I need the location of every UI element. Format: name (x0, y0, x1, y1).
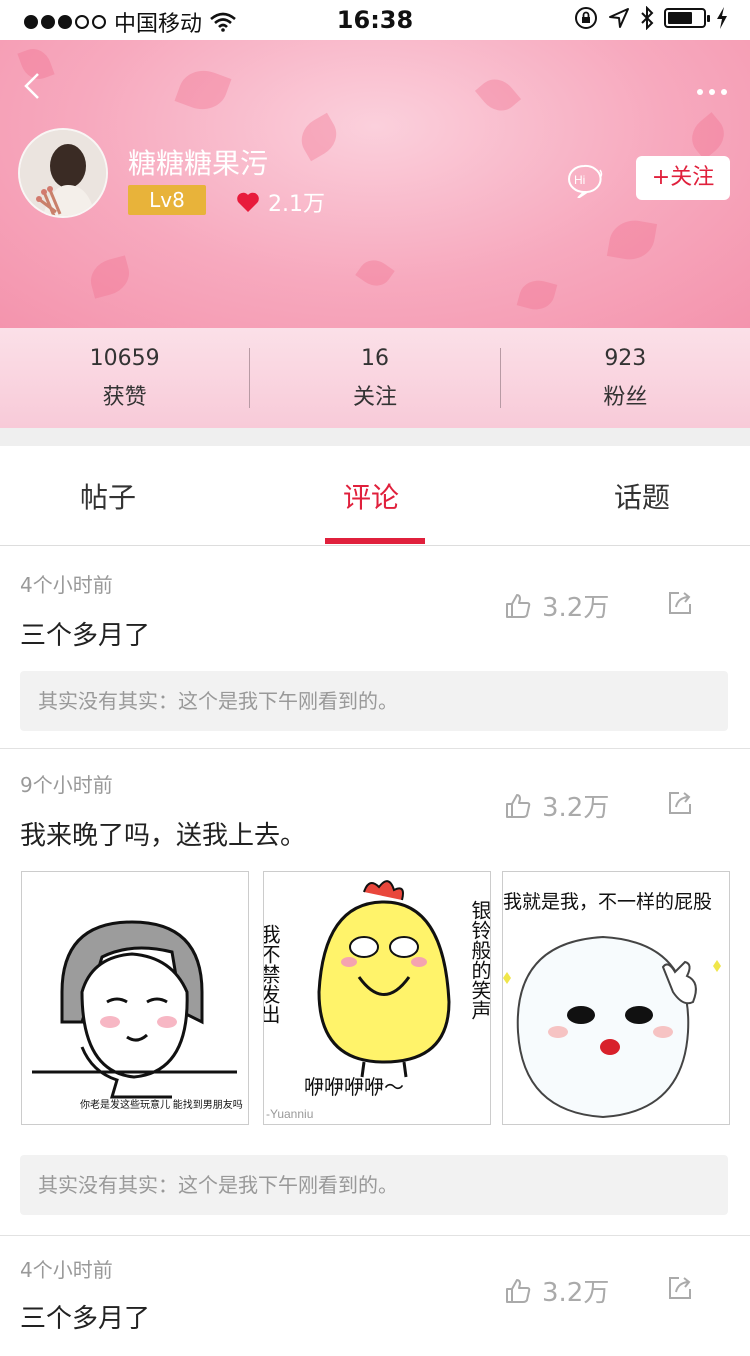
share-icon[interactable] (666, 589, 694, 617)
status-bar: 中国移动 16:38 (0, 0, 750, 40)
share-icon[interactable] (666, 789, 694, 817)
tab-indicator (325, 538, 425, 544)
back-button[interactable] (22, 70, 52, 100)
list-item: 4个小时前 三个多月了 3.2万 (0, 1236, 750, 1356)
hi-button[interactable]: Hi (566, 164, 606, 199)
comment-time: 4个小时前 (20, 1258, 113, 1282)
heart-icon (237, 192, 259, 212)
svg-text:我就是我，不一样的屁股: 我就是我，不一样的屁股 (503, 891, 712, 913)
likes-count: 2.1万 (236, 186, 325, 218)
likes-value: 2.1万 (268, 192, 325, 217)
svg-text:我不禁发出: 我不禁发出 (264, 924, 280, 1024)
tab-posts[interactable]: 帖子 (80, 476, 136, 516)
like-count: 3.2万 (542, 1278, 610, 1308)
comment-text: 我来晚了吗，送我上去。 (20, 821, 307, 851)
tab-comments[interactable]: 评论 (343, 476, 399, 516)
follow-button[interactable]: +关注 (636, 156, 730, 200)
svg-text:银铃般的笑声: 银铃般的笑声 (468, 900, 491, 1020)
comment-text: 三个多月了 (20, 621, 151, 651)
stat-likes[interactable]: 10659 获赞 (0, 328, 249, 428)
bluetooth-icon (641, 6, 654, 30)
stat-label: 粉丝 (603, 384, 648, 410)
sticker-girl-image: 你老是发这些玩意儿 能找到男朋友吗 (32, 920, 243, 1111)
more-icon (697, 89, 727, 95)
quoted-text[interactable]: 其实没有其实：这个是我下午刚看到的。 (20, 1155, 728, 1215)
comment-text: 三个多月了 (20, 1304, 151, 1334)
more-button[interactable] (696, 66, 728, 106)
avatar[interactable] (18, 128, 108, 218)
stat-fans[interactable]: 923 粉丝 (501, 328, 750, 428)
like-button[interactable]: 3.2万 (504, 787, 609, 824)
section-divider (0, 428, 750, 446)
avatar-image (20, 130, 106, 216)
like-count: 3.2万 (542, 593, 610, 623)
username: 糖糖糖果污 (128, 147, 269, 180)
thumbs-up-icon (506, 793, 531, 818)
stat-label: 关注 (352, 384, 397, 410)
svg-text:咿咿咿咿～: 咿咿咿咿～ (304, 1076, 404, 1099)
tab-topics[interactable]: 话题 (614, 476, 670, 516)
stat-value: 16 (360, 345, 389, 371)
hi-bubble-icon: Hi (568, 164, 603, 199)
quoted-text[interactable]: 其实没有其实：这个是我下午刚看到的。 (20, 671, 728, 731)
stat-value: 10659 (89, 345, 160, 371)
tab-bar: 帖子 评论 话题 (0, 446, 750, 546)
like-count: 3.2万 (542, 793, 610, 823)
status-icons (574, 6, 728, 30)
list-item: 9个小时前 我来晚了吗，送我上去。 3.2万 你老是发这些玩意儿 能找到男朋友吗 (0, 749, 750, 1236)
comment-image[interactable]: 我不禁发出 银铃般的笑声 咿咿咿咿～ -Yuanniu (263, 871, 491, 1125)
share-icon[interactable] (666, 1274, 694, 1302)
thumbs-up-icon (506, 593, 531, 618)
rotation-lock-icon (575, 7, 597, 29)
charging-icon (717, 7, 727, 29)
profile-header: 糖糖糖果污 Lv8 2.1万 Hi +关注 (0, 40, 750, 328)
comment-time: 9个小时前 (20, 773, 113, 797)
like-button[interactable]: 3.2万 (504, 1272, 609, 1309)
battery-icon (664, 8, 710, 28)
chevron-left-icon (24, 73, 39, 99)
sticker-butt-image: 我就是我，不一样的屁股 (503, 891, 721, 1119)
like-button[interactable]: 3.2万 (504, 587, 609, 624)
stat-following[interactable]: 16 关注 (250, 328, 499, 428)
stat-value: 923 (604, 345, 647, 371)
level-badge: Lv8 (128, 185, 206, 215)
list-item: 4个小时前 三个多月了 3.2万 其实没有其实：这个是我下午刚看到的。 (0, 547, 750, 749)
svg-text:Hi: Hi (574, 173, 585, 187)
location-icon (609, 8, 629, 28)
svg-text:-Yuanniu: -Yuanniu (266, 1107, 313, 1121)
sticker-chick-image: 我不禁发出 银铃般的笑声 咿咿咿咿～ -Yuanniu (264, 880, 491, 1121)
comment-time: 4个小时前 (20, 573, 113, 597)
comment-image[interactable]: 我就是我，不一样的屁股 (502, 871, 730, 1125)
thumbs-up-icon (506, 1278, 531, 1303)
svg-text:你老是发这些玩意儿 能找到男朋友吗: 你老是发这些玩意儿 能找到男朋友吗 (80, 1098, 243, 1111)
stat-label: 获赞 (102, 384, 147, 410)
comment-image[interactable]: 你老是发这些玩意儿 能找到男朋友吗 (21, 871, 249, 1125)
stats-bar: 10659 获赞 16 关注 923 粉丝 (0, 328, 750, 428)
